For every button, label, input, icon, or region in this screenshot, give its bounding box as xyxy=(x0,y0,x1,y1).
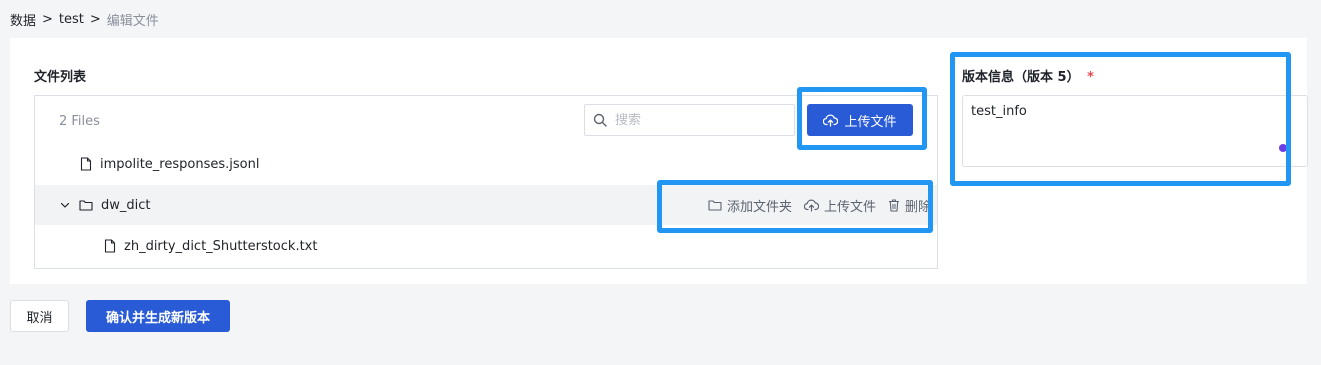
highlight-upload-button xyxy=(797,87,927,150)
folder-icon xyxy=(79,199,93,211)
cancel-button[interactable]: 取消 xyxy=(10,300,69,332)
breadcrumb: 数据 > test > 编辑文件 xyxy=(10,10,159,29)
file-list-title: 文件列表 xyxy=(34,70,87,85)
file-count: 2 Files xyxy=(59,114,100,129)
search-field[interactable] xyxy=(584,104,795,136)
search-icon xyxy=(593,113,607,127)
search-input[interactable] xyxy=(615,112,785,128)
file-icon xyxy=(80,157,92,171)
folder-name: dw_dict xyxy=(101,197,151,213)
breadcrumb-item-test[interactable]: test xyxy=(59,12,84,27)
highlight-version-info xyxy=(950,52,1291,186)
breadcrumb-separator: > xyxy=(42,12,53,27)
breadcrumb-item-data[interactable]: 数据 xyxy=(10,10,36,29)
file-name: impolite_responses.jsonl xyxy=(100,156,260,172)
file-row[interactable]: impolite_responses.jsonl xyxy=(35,144,937,184)
file-icon xyxy=(104,239,116,253)
highlight-row-actions xyxy=(657,180,933,233)
file-name: zh_dirty_dict_Shutterstock.txt xyxy=(124,238,318,254)
breadcrumb-item-current: 编辑文件 xyxy=(106,14,159,29)
chevron-down-icon[interactable] xyxy=(59,199,71,211)
breadcrumb-separator: > xyxy=(89,12,101,27)
confirm-new-version-button[interactable]: 确认并生成新版本 xyxy=(86,300,230,332)
